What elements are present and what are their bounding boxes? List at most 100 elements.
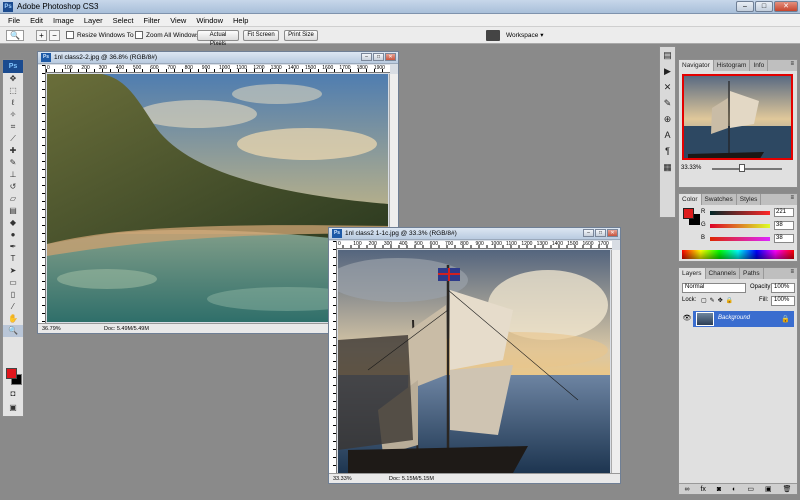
zoom-level[interactable]: 33.33%	[333, 476, 352, 482]
layer-row-background[interactable]: 👁 Background 🔒	[681, 311, 794, 327]
clone-stamp-tool-icon[interactable]: ⊥	[3, 169, 23, 181]
hand-tool-icon[interactable]: ✋	[3, 313, 23, 325]
paragraph-icon[interactable]: ¶	[660, 143, 675, 159]
lasso-tool-icon[interactable]: ℓ	[3, 97, 23, 109]
zoom-all-windows-checkbox[interactable]: Zoom All Windows	[135, 31, 199, 39]
eyedropper-tool-icon[interactable]: ⁄	[3, 301, 23, 313]
tab-layers[interactable]: Layers	[679, 268, 706, 279]
menu-image[interactable]: Image	[48, 16, 79, 25]
tab-styles[interactable]: Styles	[737, 194, 762, 205]
vertical-scrollbar[interactable]	[611, 250, 620, 473]
new-layer-icon[interactable]: ▣	[765, 484, 772, 494]
opacity-input[interactable]: 100%	[771, 283, 795, 293]
lock-options-icons[interactable]: ▢✎✥🔒	[701, 297, 736, 304]
blue-value-input[interactable]: 38	[774, 234, 794, 243]
menu-window[interactable]: Window	[191, 16, 228, 25]
tab-histogram[interactable]: Histogram	[714, 60, 751, 71]
document-titlebar[interactable]: Ps 1nl class2 1-1c.jpg @ 33.3% (RGB/8#) …	[329, 228, 620, 240]
document-window-ship[interactable]: Ps 1nl class2 1-1c.jpg @ 33.3% (RGB/8#) …	[328, 227, 621, 484]
minimize-button[interactable]: –	[736, 1, 754, 12]
doc-maximize-button[interactable]: □	[595, 229, 606, 237]
navigator-zoom-value[interactable]: 33.33%	[681, 165, 701, 171]
crop-tool-icon[interactable]: ⌗	[3, 121, 23, 133]
doc-minimize-button[interactable]: –	[583, 229, 594, 237]
fit-screen-button[interactable]: Fit Screen	[243, 30, 279, 41]
tab-paths[interactable]: Paths	[740, 268, 764, 279]
checkbox-box[interactable]	[66, 31, 74, 39]
layer-name[interactable]: Background	[718, 315, 750, 321]
magic-wand-tool-icon[interactable]: ✧	[3, 109, 23, 121]
panel-menu-icon[interactable]: ≡	[787, 194, 797, 205]
tab-navigator[interactable]: Navigator	[679, 60, 714, 71]
tab-info[interactable]: Info	[750, 60, 769, 71]
doc-minimize-button[interactable]: –	[361, 53, 372, 61]
blend-mode-select[interactable]: Normal	[682, 283, 746, 293]
color-spectrum-bar[interactable]	[682, 250, 794, 259]
workspace-icon[interactable]	[486, 30, 500, 41]
adjustment-layer-icon[interactable]: ◐	[732, 484, 736, 494]
slice-tool-icon[interactable]: ⟋	[3, 133, 23, 145]
zoom-tool-icon[interactable]: 🔍	[3, 325, 23, 337]
tool-presets-icon[interactable]: ✕	[660, 79, 675, 95]
document-titlebar[interactable]: Ps 1nl class2-2.jpg @ 36.8% (RGB/8#) – □…	[38, 52, 398, 64]
tab-swatches[interactable]: Swatches	[702, 194, 737, 205]
zoom-out-button[interactable]: −	[49, 30, 60, 41]
doc-maximize-button[interactable]: □	[373, 53, 384, 61]
eraser-tool-icon[interactable]: ▱	[3, 193, 23, 205]
checkbox-box[interactable]	[135, 31, 143, 39]
new-group-icon[interactable]: ▭	[747, 484, 754, 494]
delete-layer-icon[interactable]: 🗑	[783, 484, 792, 494]
green-slider[interactable]	[710, 224, 770, 228]
eye-visibility-icon[interactable]: 👁	[681, 311, 693, 327]
tab-channels[interactable]: Channels	[706, 268, 740, 279]
menu-select[interactable]: Select	[108, 16, 139, 25]
workspace-menu[interactable]: Workspace ▾	[506, 31, 543, 39]
clone-source-icon[interactable]: ⊕	[660, 111, 675, 127]
tab-color[interactable]: Color	[679, 194, 702, 205]
navigator-preview[interactable]	[682, 74, 793, 160]
layer-style-icon[interactable]: fx	[700, 484, 705, 494]
path-selection-tool-icon[interactable]: ➤	[3, 265, 23, 277]
fill-input[interactable]: 100%	[771, 296, 795, 306]
canvas-ship-image[interactable]	[338, 250, 610, 473]
pen-tool-icon[interactable]: ✒	[3, 241, 23, 253]
doc-close-button[interactable]: ✕	[607, 229, 618, 237]
notes-tool-icon[interactable]: ▯	[3, 289, 23, 301]
shape-tool-icon[interactable]: ▭	[3, 277, 23, 289]
screen-mode-icon[interactable]: ▣	[3, 402, 23, 414]
close-button[interactable]: ✕	[774, 1, 798, 12]
print-size-button[interactable]: Print Size	[284, 30, 318, 41]
history-brush-tool-icon[interactable]: ↺	[3, 181, 23, 193]
zoom-tool-preset-icon[interactable]: 🔍	[6, 30, 24, 41]
menu-layer[interactable]: Layer	[79, 16, 108, 25]
menu-view[interactable]: View	[165, 16, 191, 25]
navigator-zoom-slider[interactable]	[712, 168, 782, 170]
character-icon[interactable]: A	[660, 127, 675, 143]
menu-help[interactable]: Help	[228, 16, 253, 25]
healing-brush-tool-icon[interactable]: ✚	[3, 145, 23, 157]
color-foreground-swatch[interactable]	[683, 208, 694, 219]
layer-mask-icon[interactable]: ◙	[717, 484, 721, 494]
zoom-in-button[interactable]: +	[36, 30, 47, 41]
actual-pixels-button[interactable]: Actual Pixels	[197, 30, 239, 47]
navigator-zoom-slider-knob[interactable]	[739, 164, 745, 172]
red-slider[interactable]	[710, 211, 770, 215]
quick-mask-icon[interactable]: ◘	[3, 388, 23, 400]
layer-comps-icon[interactable]: ▦	[660, 159, 675, 175]
link-layers-icon[interactable]: ∞	[684, 484, 689, 494]
panel-menu-icon[interactable]: ≡	[787, 60, 797, 71]
move-tool-icon[interactable]: ✥	[3, 73, 23, 85]
green-value-input[interactable]: 38	[774, 221, 794, 230]
gradient-tool-icon[interactable]: ▤	[3, 205, 23, 217]
brush-tool-icon[interactable]: ✎	[3, 157, 23, 169]
blur-tool-icon[interactable]: ◆	[3, 217, 23, 229]
type-tool-icon[interactable]: T	[3, 253, 23, 265]
dodge-tool-icon[interactable]: ●	[3, 229, 23, 241]
doc-close-button[interactable]: ✕	[385, 53, 396, 61]
foreground-color-swatch[interactable]	[6, 368, 17, 379]
resize-windows-checkbox[interactable]: Resize Windows To Fit	[66, 31, 143, 39]
actions-icon[interactable]: ▶	[660, 63, 675, 79]
history-icon[interactable]: ▤	[660, 47, 675, 63]
menu-filter[interactable]: Filter	[139, 16, 166, 25]
marquee-tool-icon[interactable]: ⬚	[3, 85, 23, 97]
